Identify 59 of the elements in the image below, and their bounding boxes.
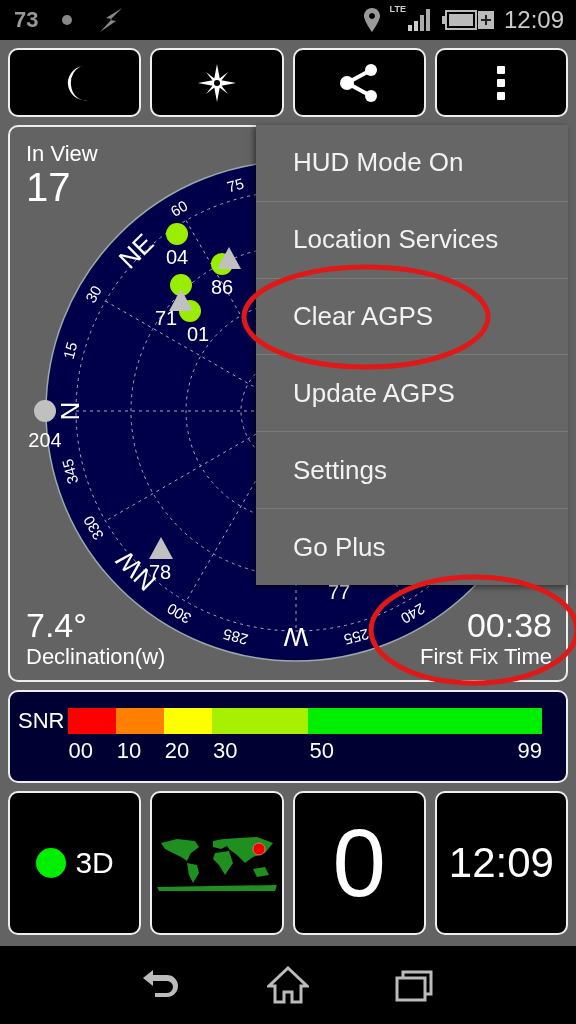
azimuth-label: 240 bbox=[397, 600, 429, 628]
status-time: 12:09 bbox=[503, 6, 564, 34]
first-fix-label: First Fix Time bbox=[420, 644, 552, 670]
azimuth-label: W bbox=[283, 622, 309, 652]
azimuth-label: 60 bbox=[167, 196, 191, 220]
in-view-label: In View bbox=[26, 141, 98, 167]
map-tile[interactable] bbox=[150, 791, 284, 935]
lightning-icon bbox=[100, 8, 123, 32]
location-pin-icon bbox=[363, 8, 380, 32]
menu-item[interactable]: Location Services bbox=[256, 201, 568, 279]
notification-count: 73 bbox=[14, 7, 39, 33]
menu-item[interactable]: Settings bbox=[256, 432, 568, 510]
battery-icon bbox=[441, 10, 494, 30]
azimuth-label: 300 bbox=[163, 600, 195, 628]
menu-item[interactable]: Update AGPS bbox=[256, 355, 568, 433]
azimuth-label: 30 bbox=[81, 282, 105, 306]
fix-status-tile[interactable]: 3D bbox=[8, 791, 142, 935]
dot-icon bbox=[62, 15, 73, 25]
declination-label: Declination(w) bbox=[26, 644, 166, 670]
satellite-id: 86 bbox=[210, 276, 234, 298]
snr-tick-label: 10 bbox=[116, 738, 142, 763]
first-fix-value: 00:38 bbox=[466, 606, 552, 644]
signal-icon bbox=[407, 9, 432, 31]
satellites-used-tile[interactable]: 0 bbox=[292, 791, 426, 935]
snr-tick-label: 30 bbox=[213, 738, 238, 763]
azimuth-label: 255 bbox=[342, 625, 371, 649]
share-icon bbox=[339, 63, 380, 102]
home-icon[interactable] bbox=[267, 966, 309, 1004]
share-button[interactable] bbox=[292, 48, 426, 117]
snr-tick-label: 50 bbox=[309, 738, 334, 763]
clock-tile[interactable]: 12:09 bbox=[434, 791, 568, 935]
azimuth-label: N bbox=[55, 401, 85, 421]
more-options-icon bbox=[496, 65, 507, 100]
in-view-count: 17 bbox=[26, 167, 72, 207]
clock-time: 12:09 bbox=[448, 839, 554, 887]
azimuth-label: 345 bbox=[58, 457, 82, 486]
azimuth-label: 285 bbox=[221, 625, 250, 649]
snr-tick-label: 00 bbox=[68, 738, 93, 763]
fix-type: 3D bbox=[75, 846, 114, 880]
network-type: LTE bbox=[389, 4, 406, 14]
satellite-id: 04 bbox=[165, 246, 189, 268]
azimuth-label: 330 bbox=[79, 512, 107, 544]
night-mode-button[interactable] bbox=[8, 48, 142, 117]
satellite-id: 71 bbox=[154, 307, 178, 329]
satellite-id: 01 bbox=[186, 323, 210, 345]
azimuth-label: NE bbox=[112, 227, 160, 275]
azimuth-label: 75 bbox=[225, 174, 246, 196]
back-icon[interactable] bbox=[143, 970, 181, 1000]
declination-value: 7.4° bbox=[26, 606, 88, 644]
azimuth-label: 15 bbox=[59, 340, 81, 361]
menu-item[interactable]: HUD Mode On bbox=[256, 125, 568, 202]
overflow-menu-button[interactable] bbox=[434, 48, 568, 117]
snr-tick-label: 20 bbox=[164, 738, 190, 763]
recent-apps-icon[interactable] bbox=[395, 968, 433, 1002]
snr-label: SNR bbox=[18, 708, 65, 734]
compass-button[interactable] bbox=[150, 48, 284, 117]
satellites-used-count: 0 bbox=[332, 813, 386, 913]
menu-item[interactable]: Clear AGPS bbox=[256, 278, 568, 356]
snr-tick-label: 99 bbox=[517, 738, 542, 764]
